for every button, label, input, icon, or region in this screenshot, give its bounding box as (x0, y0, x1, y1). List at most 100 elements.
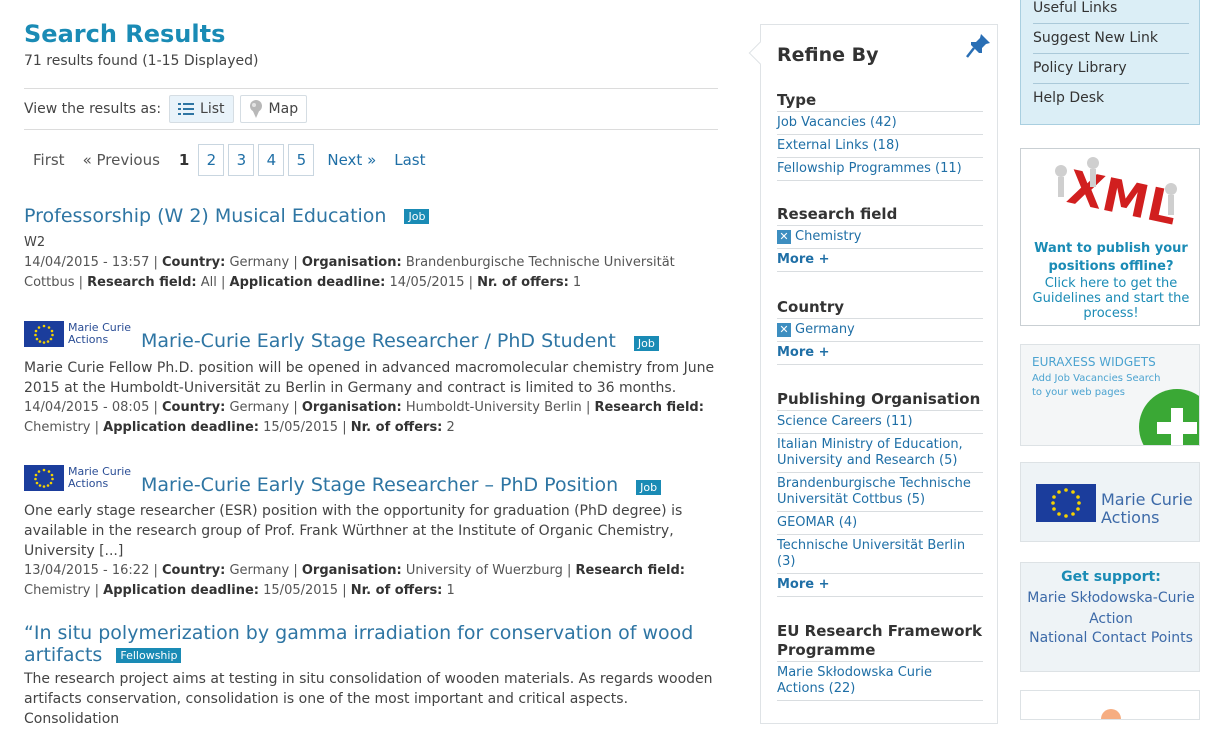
organisation-more-link[interactable]: More + (777, 574, 983, 597)
job-badge: Job (633, 335, 659, 351)
filter-group-organisation: Publishing Organisation Science Careers … (777, 390, 983, 597)
offers-label: Nr. of offers: (350, 583, 443, 598)
filter-research-field-selected[interactable]: ✕ Chemistry (777, 226, 983, 249)
result-item: Marie Curie Actions Marie-Curie Early St… (24, 316, 718, 438)
support-line2[interactable]: National Contact Points (1021, 630, 1201, 646)
support-heading: Get support: (1061, 569, 1161, 585)
filter-country-selected[interactable]: ✕ Germany (777, 319, 983, 342)
useful-links-link[interactable]: Useful Links (1033, 0, 1189, 24)
result-date: 14/04/2015 - 13:57 (24, 255, 150, 270)
selected-field-label: Chemistry (795, 229, 862, 244)
organisation-label: Organisation: (301, 255, 402, 270)
result-title-link[interactable]: Professorship (W 2) Musical Education (24, 205, 386, 227)
selected-country-label: Germany (795, 322, 855, 337)
pager-page-4[interactable]: 4 (258, 144, 285, 176)
result-title-link[interactable]: “In situ polymerization by gamma irradia… (24, 622, 718, 666)
result-title-line1: “In situ polymerization by gamma irradia… (24, 622, 694, 644)
remove-filter-icon[interactable]: ✕ (777, 230, 791, 244)
pager-first[interactable]: First (24, 151, 74, 169)
mca-line1: Marie Curie (1101, 490, 1193, 509)
organisation-label: Organisation: (301, 563, 402, 578)
job-badge: Job (636, 479, 662, 495)
logo-text: Marie Curie Actions (68, 322, 131, 346)
result-title-link[interactable]: Marie-Curie Early Stage Researcher – PhD… (141, 474, 618, 496)
suggest-new-link-link[interactable]: Suggest New Link (1033, 24, 1189, 54)
divider (24, 88, 718, 89)
deadline-label: Application deadline: (103, 420, 259, 435)
useful-links-box: Useful Links Suggest New Link Policy Lib… (1020, 0, 1200, 125)
filter-org-item[interactable]: Brandenburgische Technische Universität … (777, 473, 983, 512)
logo-text: Marie Curie Actions (68, 466, 131, 490)
filter-framework-item[interactable]: Marie Skłodowska Curie Actions (22) (777, 662, 983, 701)
offers-label: Nr. of offers: (477, 275, 569, 290)
mca-line2: Actions (1101, 508, 1160, 527)
filter-type-external-links[interactable]: External Links (18) (777, 135, 983, 158)
country-more-link[interactable]: More + (777, 342, 983, 365)
list-view-label: List (200, 101, 225, 117)
map-view-button[interactable]: Map (239, 95, 308, 123)
pager-last[interactable]: Last (385, 151, 434, 169)
refine-panel: Refine By Type Job Vacancies (42) Extern… (748, 24, 998, 724)
policy-library-link[interactable]: Policy Library (1033, 54, 1189, 84)
pager-previous[interactable]: « Previous (74, 151, 169, 169)
filter-group-type: Type Job Vacancies (42) External Links (… (777, 91, 983, 181)
research-field-label: Research field: (575, 563, 685, 578)
plus-icon (1139, 389, 1199, 445)
pager-next[interactable]: Next » (318, 151, 385, 169)
marie-curie-actions-banner[interactable]: Marie Curie Actions (1020, 462, 1200, 542)
filter-org-item[interactable]: Technische Universität Berlin (3) (777, 535, 983, 574)
filter-type-fellowship[interactable]: Fellowship Programmes (11) (777, 158, 983, 181)
country-label: Country: (162, 563, 226, 578)
research-field-label: Research field: (594, 400, 704, 415)
result-item: Marie Curie Actions Marie-Curie Early St… (24, 460, 718, 601)
xml-logo-text: XML (1063, 160, 1182, 236)
country-value: Germany (229, 563, 290, 578)
research-field-value: Chemistry (24, 420, 91, 435)
filter-org-item[interactable]: GEOMAR (4) (777, 512, 983, 535)
offers-label: Nr. of offers: (350, 420, 443, 435)
result-subtitle: W2 (24, 235, 46, 250)
research-field-label: Research field: (87, 275, 197, 290)
deadline-value: 15/05/2015 (263, 583, 339, 598)
widgets-banner[interactable]: EURAXESS WIDGETS Add Job Vacancies Searc… (1020, 344, 1200, 446)
filter-type-job-vacancies[interactable]: Job Vacancies (42) (777, 112, 983, 135)
result-title-line2: artifacts (24, 644, 103, 666)
view-toggle: View the results as: List Map (24, 95, 313, 123)
xml-question: Want to publish your positions offline? (1034, 241, 1188, 274)
deadline-value: 14/05/2015 (389, 275, 465, 290)
result-description: The research project aims at testing in … (24, 671, 713, 727)
organisation-value: University of Wuerzburg (405, 563, 563, 578)
result-date: 14/04/2015 - 08:05 (24, 400, 150, 415)
pager-page-5[interactable]: 5 (288, 144, 315, 176)
xml-banner[interactable]: XML Want to publish your positions offli… (1020, 148, 1200, 326)
filter-org-item[interactable]: Italian Ministry of Education, Universit… (777, 434, 983, 473)
list-view-button[interactable]: List (169, 95, 234, 123)
result-meta: 14/04/2015 - 08:05 | Country: Germany | … (24, 400, 704, 435)
result-title-link[interactable]: Marie-Curie Early Stage Researcher / PhD… (141, 330, 616, 352)
results-count: 71 results found (1-15 Displayed) (24, 53, 259, 69)
filter-heading: Research field (777, 205, 983, 226)
result-title-row: Marie Curie Actions Marie-Curie Early St… (24, 316, 718, 352)
job-badge: Job (404, 208, 430, 224)
organisation-value: Humboldt-University Berlin (405, 400, 582, 415)
support-line1[interactable]: Marie Skłodowska-Curie Action (1021, 588, 1201, 630)
pager-page-3[interactable]: 3 (228, 144, 255, 176)
mca-text: Marie Curie Actions (1101, 491, 1193, 527)
research-field-more-link[interactable]: More + (777, 249, 983, 272)
pager-page-2[interactable]: 2 (198, 144, 225, 176)
pushpin-icon[interactable] (965, 31, 993, 59)
logo-line2: Actions (68, 477, 109, 490)
filter-org-item[interactable]: Science Careers (11) (777, 411, 983, 434)
result-title-row: Marie Curie Actions Marie-Curie Early St… (24, 460, 718, 496)
result-meta: 14/04/2015 - 13:57 | Country: Germany | … (24, 255, 675, 290)
support-box[interactable]: Get support: Marie Skłodowska-Curie Acti… (1020, 562, 1200, 672)
offers-value: 2 (446, 420, 455, 435)
filter-group-framework: EU Research Framework Programme Marie Sk… (777, 622, 983, 701)
eu-flag-icon (24, 321, 64, 347)
country-label: Country: (162, 255, 226, 270)
help-desk-link[interactable]: Help Desk (1033, 84, 1189, 114)
result-title-row: Professorship (W 2) Musical Education Jo… (24, 205, 718, 227)
filter-group-research-field: Research field ✕ Chemistry More + (777, 205, 983, 272)
remove-filter-icon[interactable]: ✕ (777, 323, 791, 337)
filter-group-country: Country ✕ Germany More + (777, 298, 983, 365)
